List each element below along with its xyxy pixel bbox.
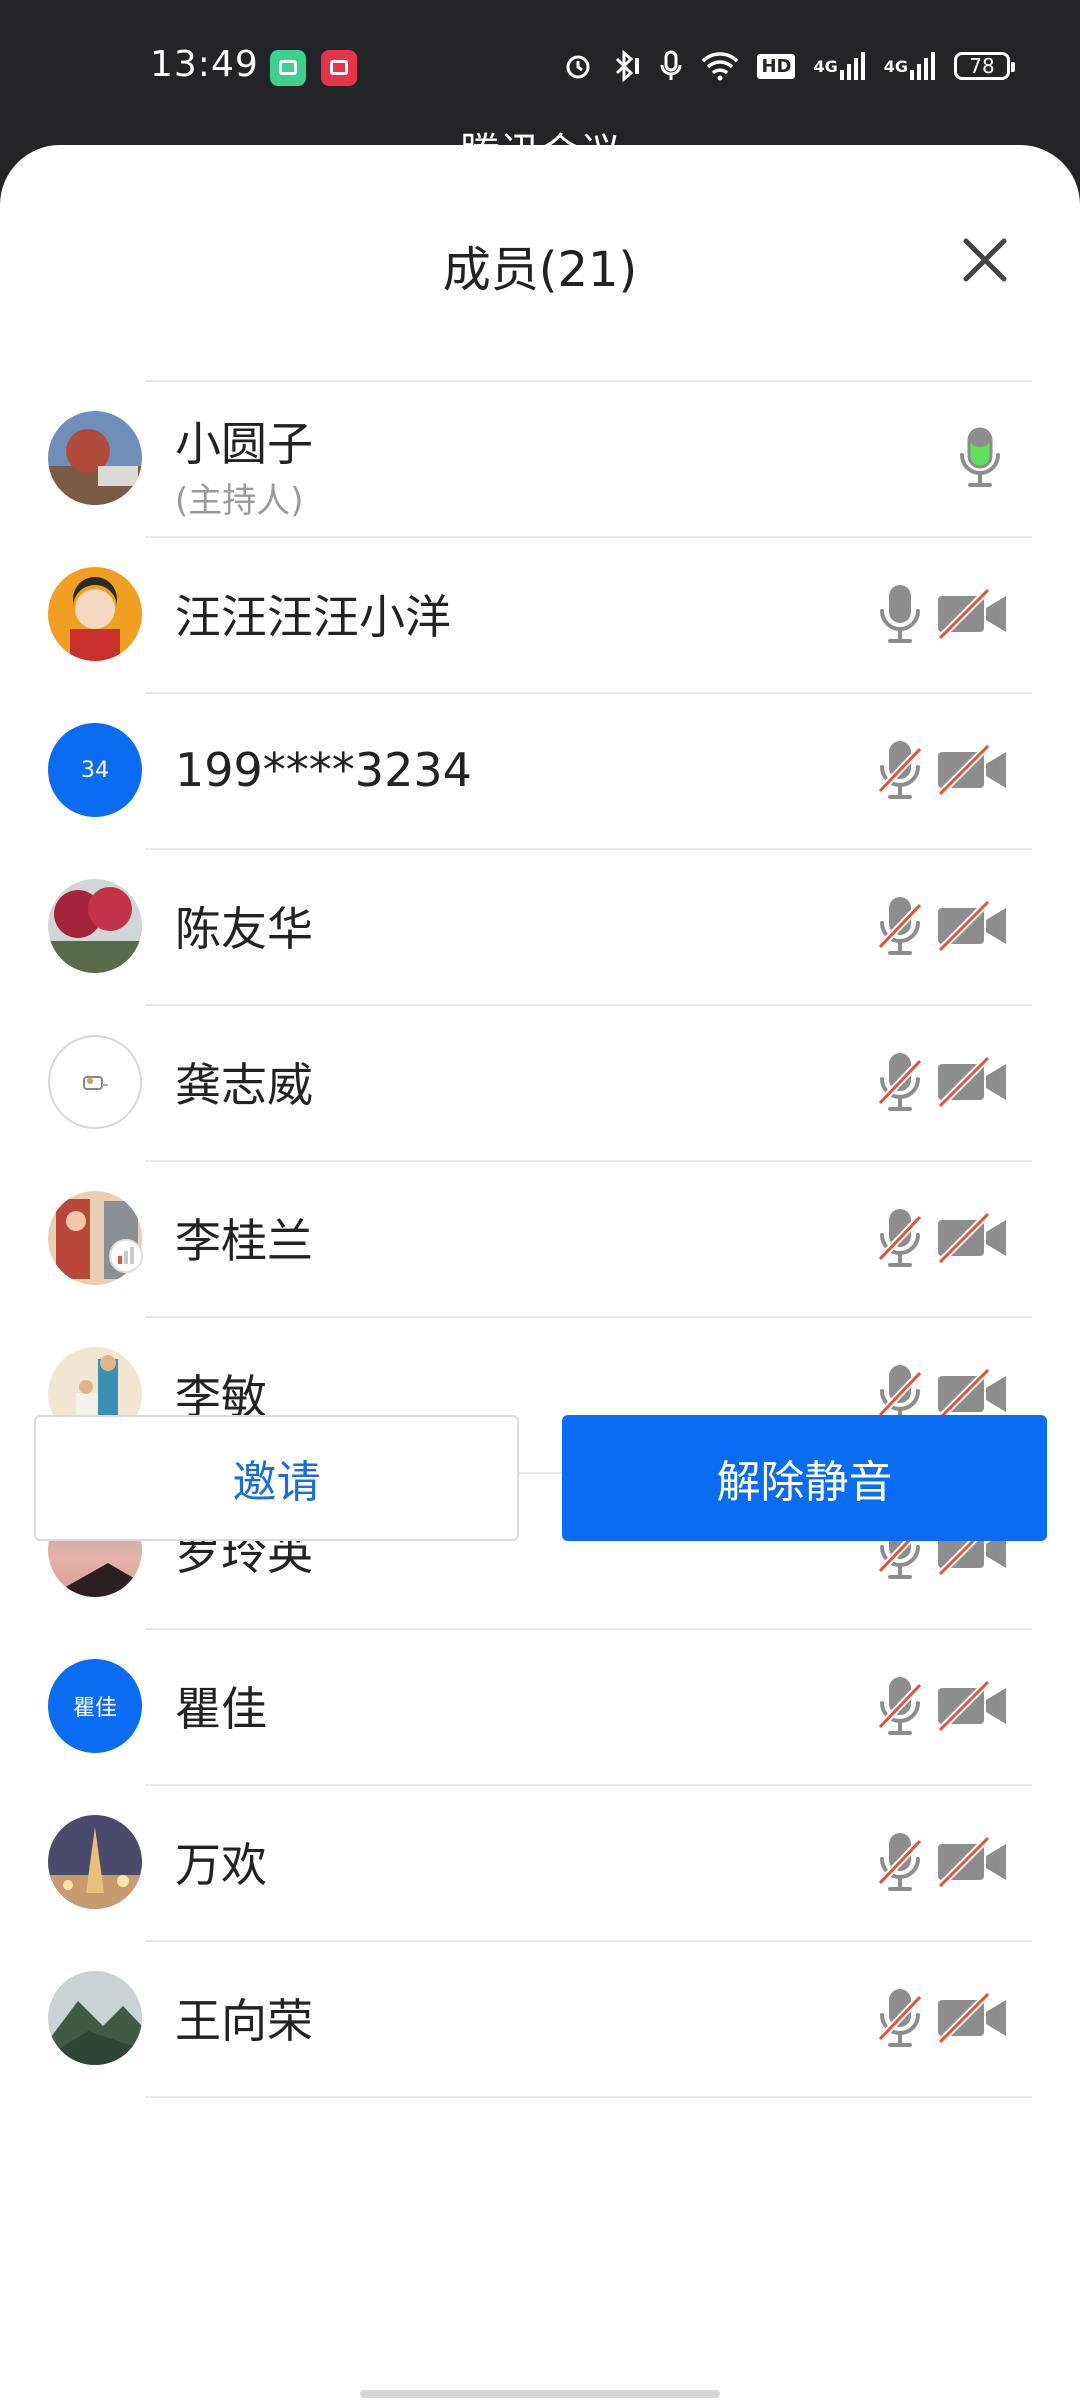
mic-button[interactable] bbox=[870, 1671, 930, 1741]
camera-button[interactable] bbox=[934, 1208, 1010, 1268]
camera-off-icon bbox=[937, 1992, 1006, 2044]
member-row[interactable]: 万欢 bbox=[0, 1784, 1080, 1940]
signal-badge-icon bbox=[108, 1238, 144, 1278]
member-row[interactable]: 龚志威 bbox=[0, 1004, 1080, 1160]
camera-button[interactable] bbox=[934, 584, 1010, 644]
mic-muted-icon bbox=[877, 1209, 923, 1267]
mic-muted-icon bbox=[877, 1833, 923, 1891]
camera-off-icon bbox=[937, 1680, 1006, 1732]
wifi-icon bbox=[701, 51, 739, 81]
app-notification-icon bbox=[270, 50, 306, 86]
member-row[interactable]: 陈友华 bbox=[0, 848, 1080, 1004]
close-icon bbox=[963, 238, 1007, 282]
member-row[interactable]: 34 199****3234 bbox=[0, 692, 1080, 848]
avatar bbox=[48, 879, 142, 973]
member-row[interactable]: 瞿佳 瞿佳 bbox=[0, 1628, 1080, 1784]
camera-button[interactable] bbox=[934, 1832, 1010, 1892]
camera-button[interactable] bbox=[934, 896, 1010, 956]
alarm-icon bbox=[563, 51, 593, 81]
member-name: 王向荣 bbox=[175, 1994, 313, 2048]
battery-icon: 78 bbox=[954, 52, 1015, 80]
avatar bbox=[48, 1971, 142, 2065]
close-button[interactable] bbox=[950, 225, 1020, 295]
camera-off-icon bbox=[937, 1212, 1006, 1264]
member-name: 小圆子 bbox=[175, 417, 313, 471]
member-name: 龚志威 bbox=[175, 1058, 313, 1112]
camera-button[interactable] bbox=[934, 1052, 1010, 1112]
mic-muted-icon bbox=[877, 1677, 923, 1735]
unmute-button[interactable]: 解除静音 bbox=[562, 1415, 1047, 1541]
camera-off-icon bbox=[937, 1368, 1006, 1420]
camera-off-icon bbox=[937, 588, 1006, 640]
video-notification-icon bbox=[321, 50, 357, 86]
avatar bbox=[48, 1035, 142, 1129]
camera-button[interactable] bbox=[934, 1676, 1010, 1736]
camera-off-icon bbox=[937, 900, 1006, 952]
mic-button[interactable] bbox=[870, 1203, 930, 1273]
avatar bbox=[48, 567, 142, 661]
mic-muted-icon bbox=[877, 1053, 923, 1111]
mic-icon bbox=[880, 585, 920, 643]
mic-button[interactable] bbox=[870, 1983, 930, 2053]
mic-button[interactable] bbox=[870, 1047, 930, 1117]
camera-button[interactable] bbox=[934, 1988, 1010, 2048]
signal-4g-icon: 4G bbox=[813, 52, 865, 80]
member-name: 瞿佳 bbox=[175, 1682, 267, 1736]
members-sheet: 成员(21) 小圆子 (主持人) 汪汪汪汪小洋 34 199****3234 陈… bbox=[0, 145, 1080, 2400]
sheet-title: 成员(21) bbox=[442, 242, 638, 298]
bluetooth-icon bbox=[611, 50, 641, 82]
member-name: 汪汪汪汪小洋 bbox=[175, 590, 451, 644]
avatar bbox=[48, 411, 142, 505]
camera-button[interactable] bbox=[934, 740, 1010, 800]
mic-button[interactable] bbox=[870, 579, 930, 649]
mic-button[interactable] bbox=[950, 423, 1010, 493]
avatar: 34 bbox=[48, 723, 142, 817]
mic-muted-icon bbox=[877, 897, 923, 955]
status-bar: 13:49 HD 4G 4G 78 bbox=[0, 0, 1080, 140]
camera-off-icon bbox=[937, 1056, 1006, 1108]
avatar bbox=[48, 1815, 142, 1909]
avatar: 瞿佳 bbox=[48, 1659, 142, 1753]
camera-off-icon bbox=[937, 744, 1006, 796]
status-time: 13:49 bbox=[150, 44, 259, 85]
member-row[interactable]: 汪汪汪汪小洋 bbox=[0, 536, 1080, 692]
mic-button[interactable] bbox=[870, 1827, 930, 1897]
member-name: 199****3234 bbox=[175, 743, 472, 797]
member-row[interactable]: 李桂兰 bbox=[0, 1160, 1080, 1316]
member-list: 小圆子 (主持人) 汪汪汪汪小洋 34 199****3234 陈友华 龚志威 … bbox=[0, 380, 1080, 2098]
hd-icon: HD bbox=[757, 53, 796, 79]
mic-muted-icon bbox=[877, 741, 923, 799]
home-indicator[interactable] bbox=[360, 2390, 720, 2398]
member-row[interactable]: 小圆子 (主持人) bbox=[0, 380, 1080, 536]
mic-muted-icon bbox=[877, 1989, 923, 2047]
mic-button[interactable] bbox=[870, 891, 930, 961]
member-row[interactable]: 王向荣 bbox=[0, 1940, 1080, 2098]
camera-off-icon bbox=[937, 1836, 1006, 1888]
status-icons: HD 4G 4G 78 bbox=[563, 46, 1015, 86]
member-name: 陈友华 bbox=[175, 902, 313, 956]
member-name: 万欢 bbox=[175, 1838, 267, 1892]
mic-active-icon bbox=[960, 427, 1000, 487]
mic-status-icon bbox=[659, 50, 683, 82]
signal-4g-icon: 4G bbox=[884, 52, 936, 80]
mic-button[interactable] bbox=[870, 735, 930, 805]
member-role: (主持人) bbox=[175, 481, 304, 521]
member-name: 李桂兰 bbox=[175, 1214, 313, 1268]
invite-button[interactable]: 邀请 bbox=[34, 1415, 519, 1541]
